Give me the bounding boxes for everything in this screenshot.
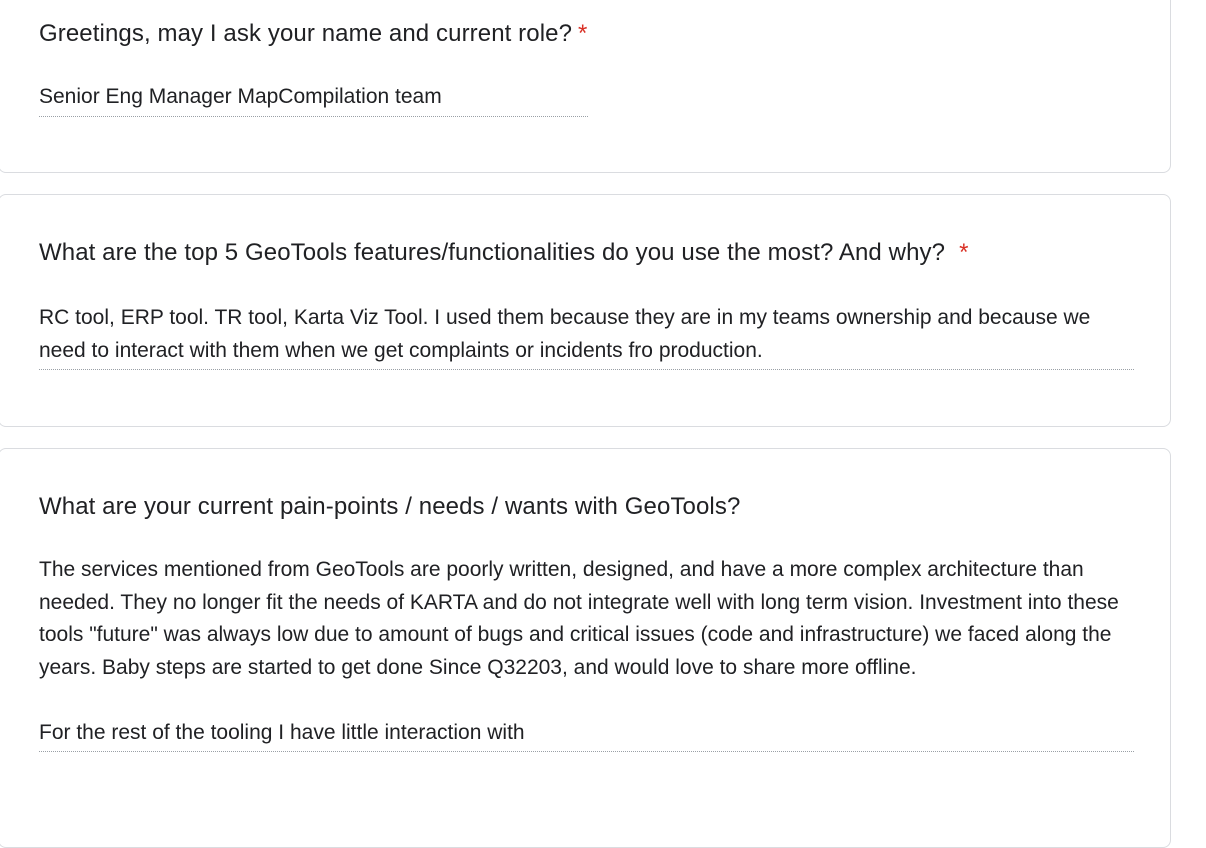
question-title: What are the top 5 GeoTools features/fun… <box>39 238 969 268</box>
question-card-top-features: What are the top 5 GeoTools features/fun… <box>0 194 1171 427</box>
question-card-pain-points: What are your current pain-points / need… <box>0 448 1171 848</box>
answer-field[interactable]: The services mentioned from GeoTools are… <box>39 554 1134 752</box>
answer-field[interactable]: Senior Eng Manager MapCompilation team <box>39 81 588 117</box>
required-asterisk: * <box>578 20 588 47</box>
answer-field[interactable]: RC tool, ERP tool. TR tool, Karta Viz To… <box>39 302 1134 370</box>
question-title: What are your current pain-points / need… <box>39 492 740 522</box>
question-title: Greetings, may I ask your name and curre… <box>39 19 588 49</box>
question-title-text: What are the top 5 GeoTools features/fun… <box>39 239 946 266</box>
question-title-text: What are your current pain-points / need… <box>39 493 741 520</box>
question-card-name-role: Greetings, may I ask your name and curre… <box>0 0 1171 173</box>
required-asterisk: * <box>959 239 969 266</box>
question-title-text: Greetings, may I ask your name and curre… <box>39 20 573 47</box>
